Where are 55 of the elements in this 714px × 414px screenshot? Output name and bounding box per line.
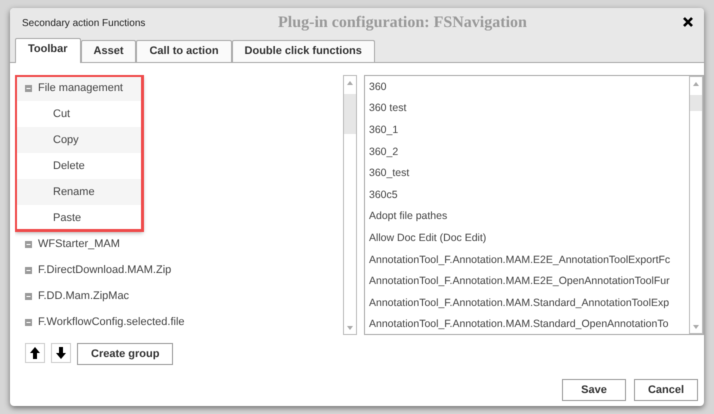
scrollbar[interactable] (343, 75, 357, 335)
list-item[interactable]: AnnotationTool_F.Annotation.MAM.Standard_OpenAnnotationTo (365, 314, 689, 334)
tree-label: Cut (53, 108, 70, 120)
tree-group[interactable]: WFStarter_MAM (15, 231, 343, 257)
tab[interactable]: Double click functions (232, 40, 375, 62)
tree-group[interactable]: F.DD.Mam.ZipMac (15, 283, 343, 309)
list-item[interactable]: 360_2 (365, 140, 689, 162)
list-item[interactable]: AnnotationTool_F.Annotation.MAM.E2E_OpenAnnotationToolFur (365, 270, 689, 292)
dialog-title: Secondary action Functions (22, 18, 146, 28)
background-page-title: Plug-in configuration: FSNavigation (278, 14, 527, 32)
tree-label: Rename (53, 186, 95, 198)
close-icon[interactable] (682, 16, 694, 28)
move-up-button[interactable] (25, 343, 45, 363)
tree-label: F.WorkflowConfig.selected.file (38, 316, 185, 328)
minus-icon[interactable] (25, 318, 32, 326)
tree-item[interactable]: Rename (15, 179, 143, 205)
tab[interactable]: Call to action (136, 40, 232, 62)
minus-icon[interactable] (25, 292, 32, 300)
list-item[interactable]: Adopt file pathes (365, 206, 689, 228)
list-item[interactable]: AnnotationTool_F.Annotation.MAM.Standard_AnnotationToolExp (365, 292, 689, 314)
minus-icon[interactable] (25, 240, 32, 248)
minus-icon[interactable] (25, 84, 32, 92)
dialog-button[interactable]: Cancel (634, 379, 698, 401)
list-item[interactable]: AnnotationTool_F.Annotation.MAM.E2E_AnnotationToolExportFc (365, 248, 689, 270)
move-down-button[interactable] (51, 343, 71, 363)
tree-label: F.DD.Mam.ZipMac (38, 290, 130, 302)
tree-group[interactable]: F.DirectDownload.MAM.Zip (15, 257, 343, 283)
list-item[interactable]: 360 test (365, 98, 689, 120)
minus-icon[interactable] (25, 266, 32, 274)
tree-label: Delete (53, 160, 85, 172)
tree-item[interactable]: Delete (15, 153, 143, 179)
list-item[interactable]: Allow Doc Edit (Doc Edit) (365, 227, 689, 249)
tree-item[interactable]: Cut (15, 101, 143, 127)
tab[interactable]: Toolbar (15, 38, 81, 63)
arrow-up-icon (30, 347, 40, 359)
scroll-thumb[interactable] (344, 94, 356, 134)
tab[interactable]: Asset (80, 40, 136, 62)
tree-label: F.DirectDownload.MAM.Zip (38, 264, 172, 276)
tree-label: Copy (53, 134, 79, 146)
tree-item[interactable]: Copy (15, 127, 143, 153)
tree-label: Paste (53, 212, 82, 224)
scrollbar[interactable] (689, 76, 703, 334)
tree-group[interactable]: File management (15, 75, 143, 101)
scroll-thumb[interactable] (690, 95, 702, 111)
tree-label: File management (38, 82, 123, 94)
tree-item[interactable]: Paste (15, 205, 143, 231)
list-item[interactable]: 360_1 (365, 119, 689, 141)
tree-label: WFStarter_MAM (38, 238, 120, 250)
arrow-down-icon (56, 347, 66, 359)
list-item[interactable]: 360c5 (365, 184, 689, 206)
create-group-button[interactable]: Create group (77, 343, 174, 365)
dialog-button[interactable]: Save (562, 379, 626, 401)
list-item[interactable]: 360 (365, 76, 689, 98)
list-item[interactable]: 360_test (365, 162, 689, 184)
tree-group[interactable]: F.WorkflowConfig.selected.file (15, 309, 343, 335)
